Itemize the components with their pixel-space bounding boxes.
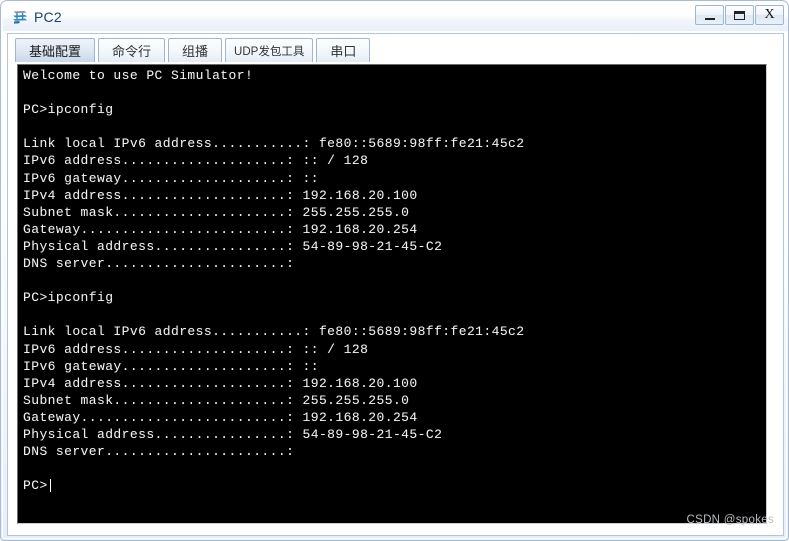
title-bar[interactable]: PC2 X: [3, 3, 788, 31]
window-title: PC2: [34, 9, 62, 25]
pc2-window: PC2 X 基础配置 命令行 组播 UDP发包工具 串口 Welcome to …: [0, 0, 789, 541]
tab-command-line-label: 命令行: [112, 44, 152, 59]
tab-multicast-label: 组播: [182, 44, 209, 59]
tab-basic-config[interactable]: 基础配置: [15, 38, 96, 62]
tab-udp-sender[interactable]: UDP发包工具: [225, 38, 314, 62]
minimize-icon: [704, 17, 715, 20]
terminal-cursor: [49, 479, 51, 493]
close-button[interactable]: X: [755, 5, 784, 25]
tab-serial-port-label: 串口: [330, 44, 357, 59]
terminal-console[interactable]: Welcome to use PC Simulator! PC>ipconfig…: [17, 64, 767, 524]
tab-list: 基础配置 命令行 组播 UDP发包工具 串口: [15, 38, 371, 62]
terminal-output: Welcome to use PC Simulator! PC>ipconfig…: [23, 68, 525, 494]
maximize-icon: [734, 10, 745, 20]
content-panel: 基础配置 命令行 组播 UDP发包工具 串口 Welcome to use PC…: [7, 33, 784, 536]
tab-basic-config-label: 基础配置: [29, 44, 82, 59]
tab-multicast[interactable]: 组播: [168, 38, 223, 62]
tab-serial-port[interactable]: 串口: [316, 38, 371, 62]
tab-udp-sender-label: UDP发包工具: [234, 45, 305, 58]
tab-bar: 基础配置 命令行 组播 UDP发包工具 串口: [8, 34, 783, 63]
minimize-button[interactable]: [695, 5, 724, 25]
tab-command-line[interactable]: 命令行: [98, 38, 166, 62]
window-controls: X: [695, 5, 784, 25]
maximize-button[interactable]: [725, 5, 754, 25]
close-icon: X: [764, 7, 775, 22]
title-bar-left-group: PC2: [11, 7, 62, 27]
switch-device-icon: [11, 8, 29, 26]
